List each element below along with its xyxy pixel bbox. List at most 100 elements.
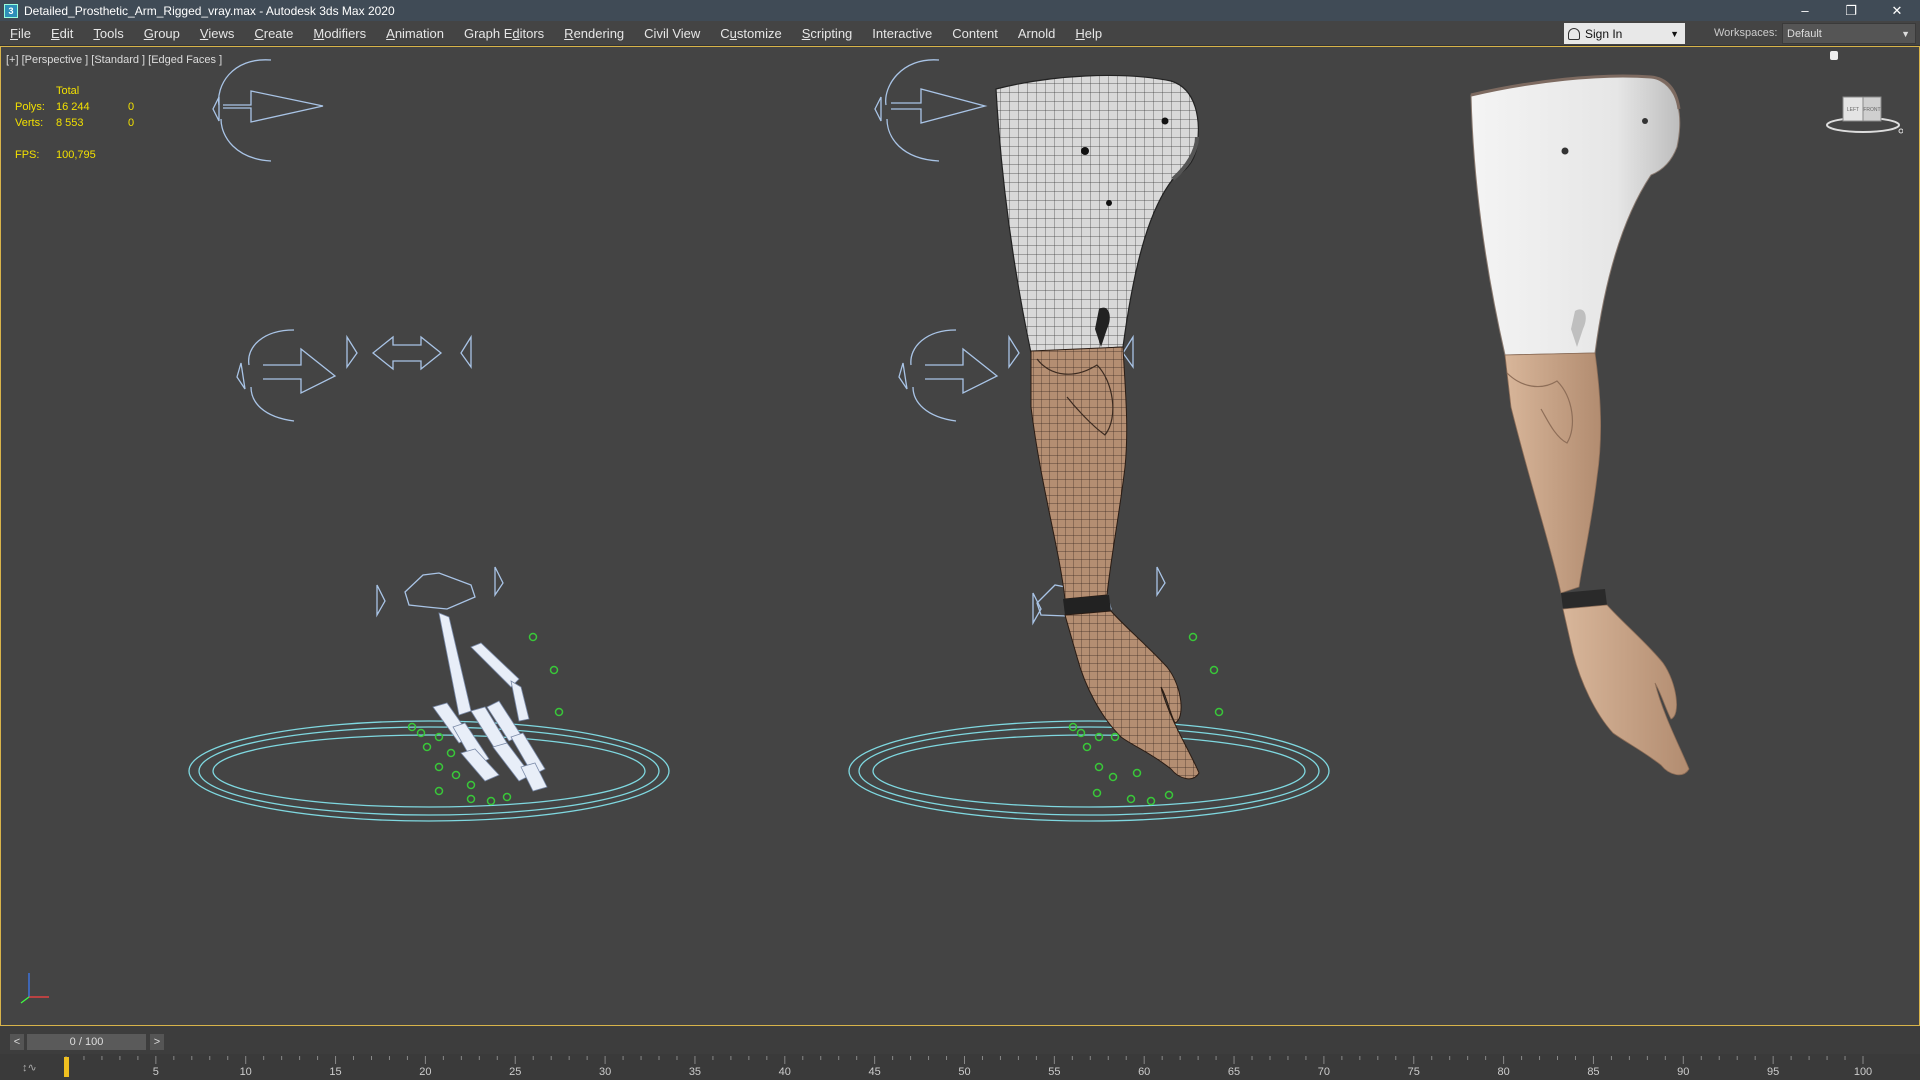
menu-accelerator: H (1075, 25, 1085, 41)
fps-label: FPS: (15, 149, 40, 161)
menu-accelerator: R (564, 25, 574, 41)
time-slider-bar: < 0 / 100 > (0, 1026, 1920, 1054)
menu-item-file[interactable]: File (0, 21, 41, 46)
tick-label: 80 (1497, 1066, 1510, 1078)
viewcube[interactable]: LEFT FRONT (1823, 89, 1903, 135)
menu-items: File Edit Tools Group Views Create Modifiers An… (0, 21, 1112, 46)
tick-label: 65 (1227, 1066, 1241, 1078)
menu-accelerator: C (254, 25, 264, 41)
scene-canvas[interactable] (1, 47, 1919, 1025)
menu-text: reate (263, 25, 294, 41)
prev-frame-button[interactable]: < (10, 1034, 24, 1050)
menu-text: ools (99, 25, 124, 41)
tick-label: 40 (778, 1066, 791, 1078)
window-title: Detailed_Prosthetic_Arm_Rigged_vray.max … (24, 3, 395, 18)
app-icon: 3 (4, 3, 18, 18)
statistics-overlay: Total Polys: 16 244 0 Verts: 8 553 0 FPS… (15, 83, 134, 163)
rig-controls-left[interactable] (188, 59, 670, 822)
menu-text: Graph E (463, 25, 513, 41)
menu-text: itors (519, 25, 545, 41)
menu-text: stomize (736, 25, 782, 41)
polys-selected: 0 (128, 101, 135, 113)
chevron-down-icon: ▼ (1901, 29, 1910, 39)
tick-label: 90 (1677, 1066, 1690, 1078)
verts-label: Verts: (15, 117, 44, 129)
menu-text: iews (208, 25, 235, 41)
menu-text: ile (17, 25, 31, 41)
tick-label: 10 (239, 1066, 252, 1078)
menu-item-tools[interactable]: Tools (83, 21, 133, 46)
menu-text: Arnold (1017, 25, 1056, 41)
viewcube-front-label: FRONT (1863, 107, 1880, 113)
menu-item-views[interactable]: Views (190, 21, 244, 46)
next-frame-button[interactable]: > (150, 1034, 164, 1050)
menu-item-edit[interactable]: Edit (41, 21, 83, 46)
verts-value: 8 553 (56, 117, 84, 129)
polys-label: Polys: (15, 101, 45, 113)
time-slider[interactable]: 0 / 100 (27, 1034, 146, 1050)
menu-item-modifiers[interactable]: Modifiers (303, 21, 376, 46)
verts-selected: 0 (128, 117, 135, 129)
shaded-arm-mesh[interactable] (1470, 74, 1690, 776)
axis-tripod-icon (20, 973, 49, 1004)
tick-label: 25 (509, 1066, 522, 1078)
menu-item-civil-view[interactable]: Civil View (634, 21, 710, 46)
tick-label: 95 (1767, 1066, 1780, 1078)
menu-text: Interactive (872, 25, 933, 41)
lock-icon[interactable] (1830, 51, 1838, 60)
tick-label: 5 (152, 1066, 159, 1078)
tick-label: 45 (868, 1066, 881, 1078)
close-button[interactable]: ✕ (1874, 0, 1920, 21)
workspace-select[interactable]: Default ▼ (1782, 23, 1916, 44)
tick-label: 20 (419, 1066, 432, 1078)
perspective-viewport[interactable]: [+] [Perspective ] [Standard ] [Edged Fa… (0, 46, 1920, 1026)
menu-text: odifiers (324, 25, 367, 41)
menu-item-group[interactable]: Group (134, 21, 190, 46)
polys-value: 16 244 (56, 101, 90, 113)
fps-value: 100,795 (56, 149, 96, 161)
menu-item-graph-editors[interactable]: Graph Editors (454, 21, 554, 46)
wireframe-arm-mesh[interactable] (995, 74, 1200, 780)
tick-label: 50 (958, 1066, 971, 1078)
menu-text: elp (1084, 25, 1103, 41)
stats-header: Total (56, 85, 80, 97)
menu-text: Content (952, 25, 998, 41)
chevron-down-icon: ▼ (1670, 28, 1679, 39)
menu-bar: File Edit Tools Group Views Create Modifiers An… (0, 21, 1920, 46)
menu-accelerator: F (10, 25, 18, 41)
menu-item-interactive[interactable]: Interactive (862, 21, 942, 46)
tick-label: 15 (329, 1066, 342, 1078)
menu-item-customize[interactable]: Customize (710, 21, 791, 46)
menu-item-create[interactable]: Create (244, 21, 303, 46)
menu-item-scripting[interactable]: Scripting (792, 21, 863, 46)
menu-accelerator: d (512, 25, 520, 41)
window-controls: – ❐ ✕ (1782, 0, 1920, 21)
menu-accelerator: G (143, 25, 154, 41)
title-bar: 3 Detailed_Prosthetic_Arm_Rigged_vray.ma… (0, 0, 1920, 21)
tick-label: 35 (688, 1066, 702, 1078)
menu-text: endering (573, 25, 625, 41)
sign-in-label: Sign In (1585, 26, 1623, 41)
menu-text: nimation (394, 25, 444, 41)
menu-item-help[interactable]: Help (1065, 21, 1112, 46)
menu-accelerator: A (386, 25, 395, 41)
menu-text: C (720, 25, 730, 41)
tick-label: 75 (1407, 1066, 1420, 1078)
menu-item-rendering[interactable]: Rendering (554, 21, 634, 46)
menu-text: cripting (810, 25, 853, 41)
user-icon (1568, 27, 1580, 40)
menu-item-animation[interactable]: Animation (376, 21, 454, 46)
viewport-label[interactable]: [+] [Perspective ] [Standard ] [Edged Fa… (6, 54, 222, 66)
minimize-button[interactable]: – (1782, 0, 1828, 21)
menu-item-content[interactable]: Content (942, 21, 1008, 46)
tick-label: 70 (1317, 1066, 1331, 1078)
menu-item-arnold[interactable]: Arnold (1008, 21, 1066, 46)
menu-text: dit (59, 25, 74, 41)
current-frame-marker[interactable] (64, 1057, 69, 1077)
menu-text: Civil View (644, 25, 701, 41)
menu-accelerator: E (50, 25, 60, 41)
track-bar[interactable]: ↕∿ 5 10 15 20 25 30 35 40 45 50 55 60 65 70 75 80 85 90 95… (0, 1054, 1920, 1080)
tick-label: 85 (1587, 1066, 1600, 1078)
sign-in-dropdown[interactable]: Sign In ▼ (1564, 23, 1685, 44)
restore-button[interactable]: ❐ (1828, 0, 1874, 21)
